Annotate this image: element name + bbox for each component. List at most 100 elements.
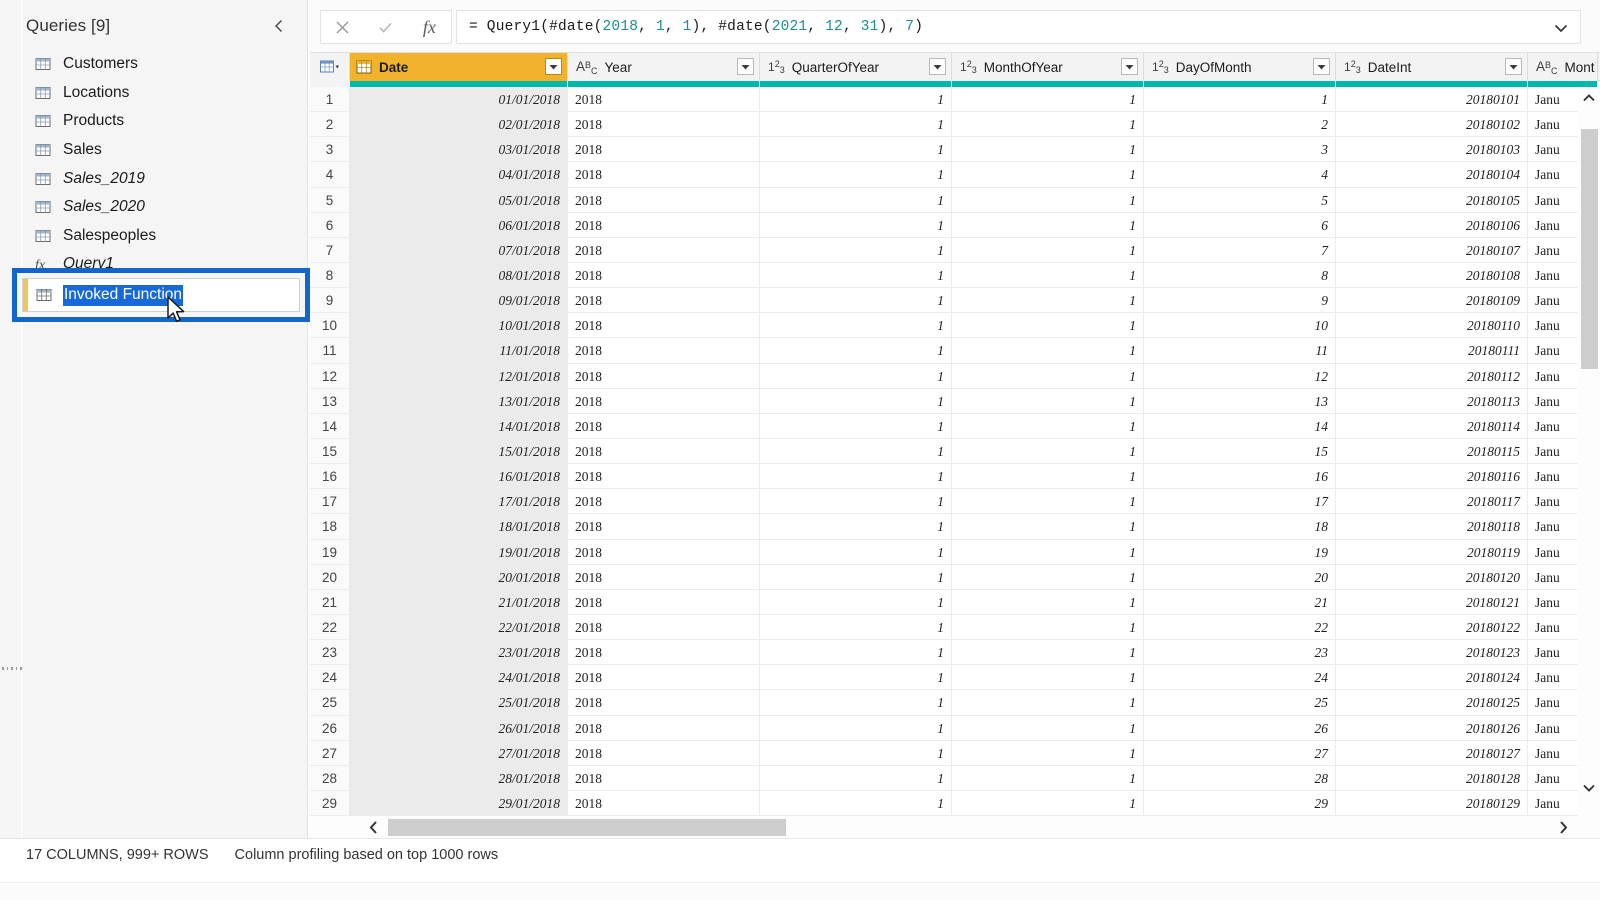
cell-dateint[interactable]: 20180124 [1336,665,1528,691]
cell-quarterofyear[interactable]: 1 [760,413,952,439]
cell-monthofyear[interactable]: 1 [952,564,1144,590]
cell-date[interactable]: 22/01/2018 [350,614,568,641]
cell-monthofyear[interactable]: 1 [952,237,1144,263]
column-header-year[interactable]: A B C Year [568,53,760,81]
cell-dayofmonth[interactable]: 20 [1144,564,1336,590]
cell-year[interactable]: 2018 [568,388,760,414]
cell-dayofmonth[interactable]: 19 [1144,539,1336,565]
cell-dayofmonth[interactable]: 23 [1144,640,1336,666]
query-list-item-sales[interactable]: Sales [0,136,308,165]
table-row[interactable]: 22 22/01/2018 2018 1 1 22 20180122 Janu [310,614,1600,641]
cell-quarterofyear[interactable]: 1 [760,187,952,213]
chevron-down-icon[interactable] [1578,777,1600,799]
cell-year[interactable]: 2018 [568,489,760,515]
cell-year[interactable]: 2018 [568,464,760,490]
column-header-dayofmonth[interactable]: 1 2 3 DayOfMonth [1144,53,1336,81]
cell-dateint[interactable]: 20180105 [1336,187,1528,213]
table-row[interactable]: 25 25/01/2018 2018 1 1 25 20180125 Janu [310,690,1600,716]
table-row[interactable]: 4 04/01/2018 2018 1 1 4 20180104 Janu [310,162,1600,188]
vertical-scrollbar-thumb[interactable] [1581,129,1598,369]
cell-dayofmonth[interactable]: 24 [1144,665,1336,691]
cell-monthofyear[interactable]: 1 [952,187,1144,213]
cell-dateint[interactable]: 20180113 [1336,388,1528,414]
formula-input-wrapper[interactable]: = Query1(#date(2018, 1, 1), #date(2021, … [456,10,1581,44]
cell-year[interactable]: 2018 [568,313,760,339]
table-row[interactable]: 2 02/01/2018 2018 1 1 2 20180102 Janu [310,112,1600,138]
cell-dayofmonth[interactable]: 3 [1144,137,1336,163]
table-row[interactable]: 26 26/01/2018 2018 1 1 26 20180126 Janu [310,715,1600,741]
cell-date[interactable]: 24/01/2018 [350,665,568,691]
cell-monthofyear[interactable]: 1 [952,514,1144,540]
cell-dateint[interactable]: 20180106 [1336,212,1528,238]
cell-quarterofyear[interactable]: 1 [760,313,952,339]
column-filter-dropdown-date[interactable] [545,58,562,75]
cell-quarterofyear[interactable]: 1 [760,87,952,113]
table-row[interactable]: 9 09/01/2018 2018 1 1 9 20180109 Janu [310,288,1600,314]
chevron-left-icon[interactable] [358,816,388,838]
table-row[interactable]: 12 12/01/2018 2018 1 1 12 20180112 Janu [310,363,1600,389]
cell-monthofyear[interactable]: 1 [952,87,1144,113]
cell-dateint[interactable]: 20180109 [1336,288,1528,314]
cell-monthofyear[interactable]: 1 [952,212,1144,238]
cell-quarterofyear[interactable]: 1 [760,212,952,238]
cell-dateint[interactable]: 20180114 [1336,413,1528,439]
cell-date[interactable]: 14/01/2018 [350,413,568,439]
cell-date[interactable]: 27/01/2018 [350,740,568,766]
cell-quarterofyear[interactable]: 1 [760,715,952,741]
cell-dayofmonth[interactable]: 16 [1144,464,1336,490]
cell-dayofmonth[interactable]: 15 [1144,438,1336,465]
cell-quarterofyear[interactable]: 1 [760,489,952,515]
cell-year[interactable]: 2018 [568,187,760,213]
query-list-item-customers[interactable]: Customers [0,50,308,79]
cell-quarterofyear[interactable]: 1 [760,765,952,791]
cell-date[interactable]: 25/01/2018 [350,690,568,716]
cell-quarterofyear[interactable]: 1 [760,237,952,263]
table-row[interactable]: 28 28/01/2018 2018 1 1 28 20180128 Janu [310,765,1600,791]
cell-quarterofyear[interactable]: 1 [760,262,952,289]
table-row[interactable]: 29 29/01/2018 2018 1 1 29 20180129 Janu [310,790,1600,817]
table-row[interactable]: 14 14/01/2018 2018 1 1 14 20180114 Janu [310,413,1600,439]
cell-monthofyear[interactable]: 1 [952,640,1144,666]
cell-dayofmonth[interactable]: 26 [1144,715,1336,741]
cell-dateint[interactable]: 20180117 [1336,489,1528,515]
cell-dateint[interactable]: 20180118 [1336,514,1528,540]
cell-year[interactable]: 2018 [568,212,760,238]
cell-monthofyear[interactable]: 1 [952,589,1144,615]
cell-monthofyear[interactable]: 1 [952,715,1144,741]
column-filter-dropdown-quarterofyear[interactable] [929,58,946,75]
cell-quarterofyear[interactable]: 1 [760,514,952,540]
cell-year[interactable]: 2018 [568,589,760,615]
cell-monthofyear[interactable]: 1 [952,489,1144,515]
cell-date[interactable]: 08/01/2018 [350,262,568,289]
cell-dateint[interactable]: 20180101 [1336,87,1528,113]
cell-quarterofyear[interactable]: 1 [760,162,952,188]
cell-dayofmonth[interactable]: 18 [1144,514,1336,540]
cell-dateint[interactable]: 20180126 [1336,715,1528,741]
column-filter-dropdown-year[interactable] [737,58,754,75]
cell-monthofyear[interactable]: 1 [952,765,1144,791]
cell-year[interactable]: 2018 [568,413,760,439]
cell-dayofmonth[interactable]: 13 [1144,388,1336,414]
cell-dateint[interactable]: 20180110 [1336,313,1528,339]
cell-year[interactable]: 2018 [568,363,760,389]
cell-monthofyear[interactable]: 1 [952,388,1144,414]
horizontal-scrollbar-thumb[interactable] [388,819,786,836]
table-row[interactable]: 10 10/01/2018 2018 1 1 10 20180110 Janu [310,313,1600,339]
table-row[interactable]: 17 17/01/2018 2018 1 1 17 20180117 Janu [310,489,1600,515]
chevron-left-icon[interactable] [266,13,292,39]
cell-dayofmonth[interactable]: 4 [1144,162,1336,188]
query-rename-input[interactable]: Invoked Function [63,284,184,306]
cell-date[interactable]: 01/01/2018 [350,87,568,113]
cell-date[interactable]: 15/01/2018 [350,438,568,465]
cell-quarterofyear[interactable]: 1 [760,137,952,163]
cell-monthofyear[interactable]: 1 [952,539,1144,565]
cell-quarterofyear[interactable]: 1 [760,438,952,465]
table-row[interactable]: 19 19/01/2018 2018 1 1 19 20180119 Janu [310,539,1600,565]
cell-dayofmonth[interactable]: 12 [1144,363,1336,389]
cell-monthofyear[interactable]: 1 [952,112,1144,138]
cell-year[interactable]: 2018 [568,640,760,666]
cell-monthofyear[interactable]: 1 [952,288,1144,314]
cell-quarterofyear[interactable]: 1 [760,464,952,490]
cell-year[interactable]: 2018 [568,338,760,364]
cell-monthofyear[interactable]: 1 [952,363,1144,389]
